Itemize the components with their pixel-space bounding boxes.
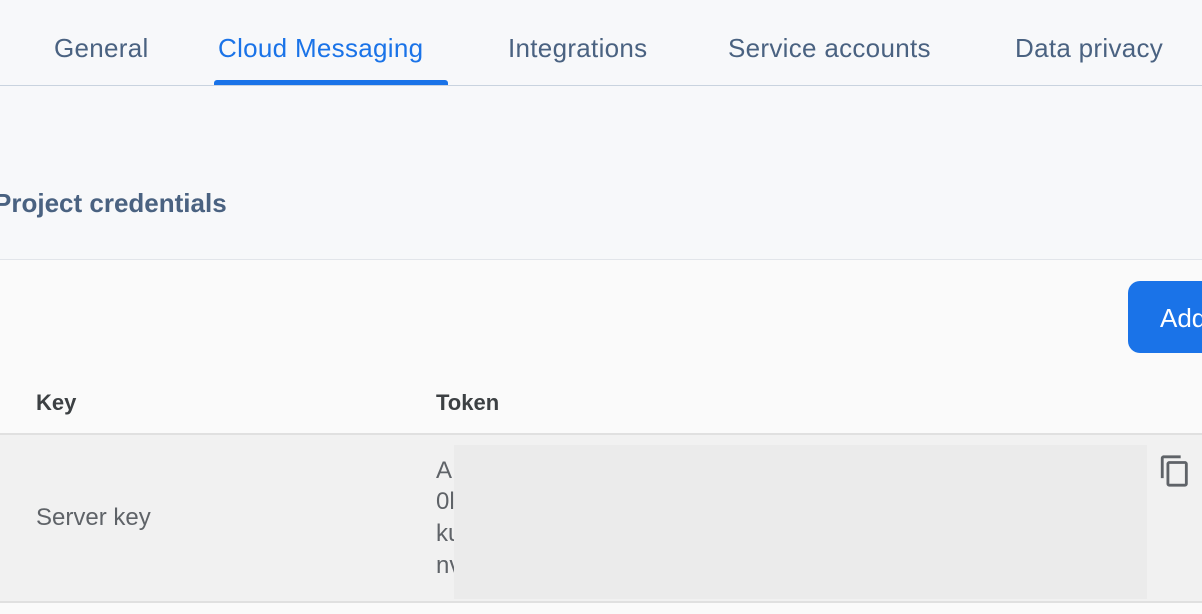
token-text-line: A <box>436 457 453 484</box>
tab-data-privacy[interactable]: Data privacy <box>1015 33 1163 64</box>
copy-icon-glyph <box>1160 455 1188 487</box>
column-header-key: Key <box>36 390 77 415</box>
column-header-token: Token <box>436 390 500 415</box>
credentials-card: Add Key Token Server key A 0l ku nv <box>0 259 1202 614</box>
active-tab-indicator <box>214 80 448 85</box>
cloud-messaging-settings-page: General Cloud Messaging Integrations Ser… <box>0 0 1202 614</box>
tab-service-accounts[interactable]: Service accounts <box>728 33 931 64</box>
add-server-key-button[interactable]: Add <box>1128 281 1202 353</box>
settings-tab-bar: General Cloud Messaging Integrations Ser… <box>0 0 1202 86</box>
tab-cloud-messaging[interactable]: Cloud Messaging <box>218 33 423 64</box>
token-redaction-block <box>454 445 1147 599</box>
copy-icon[interactable] <box>1158 454 1192 488</box>
cell-key-name: Server key <box>36 504 151 531</box>
tab-general[interactable]: General <box>54 33 149 64</box>
table-row-divider <box>0 601 1202 603</box>
section-title: Project credentials <box>0 188 227 218</box>
tab-integrations[interactable]: Integrations <box>508 33 647 64</box>
token-text-line: 0l <box>436 488 455 515</box>
